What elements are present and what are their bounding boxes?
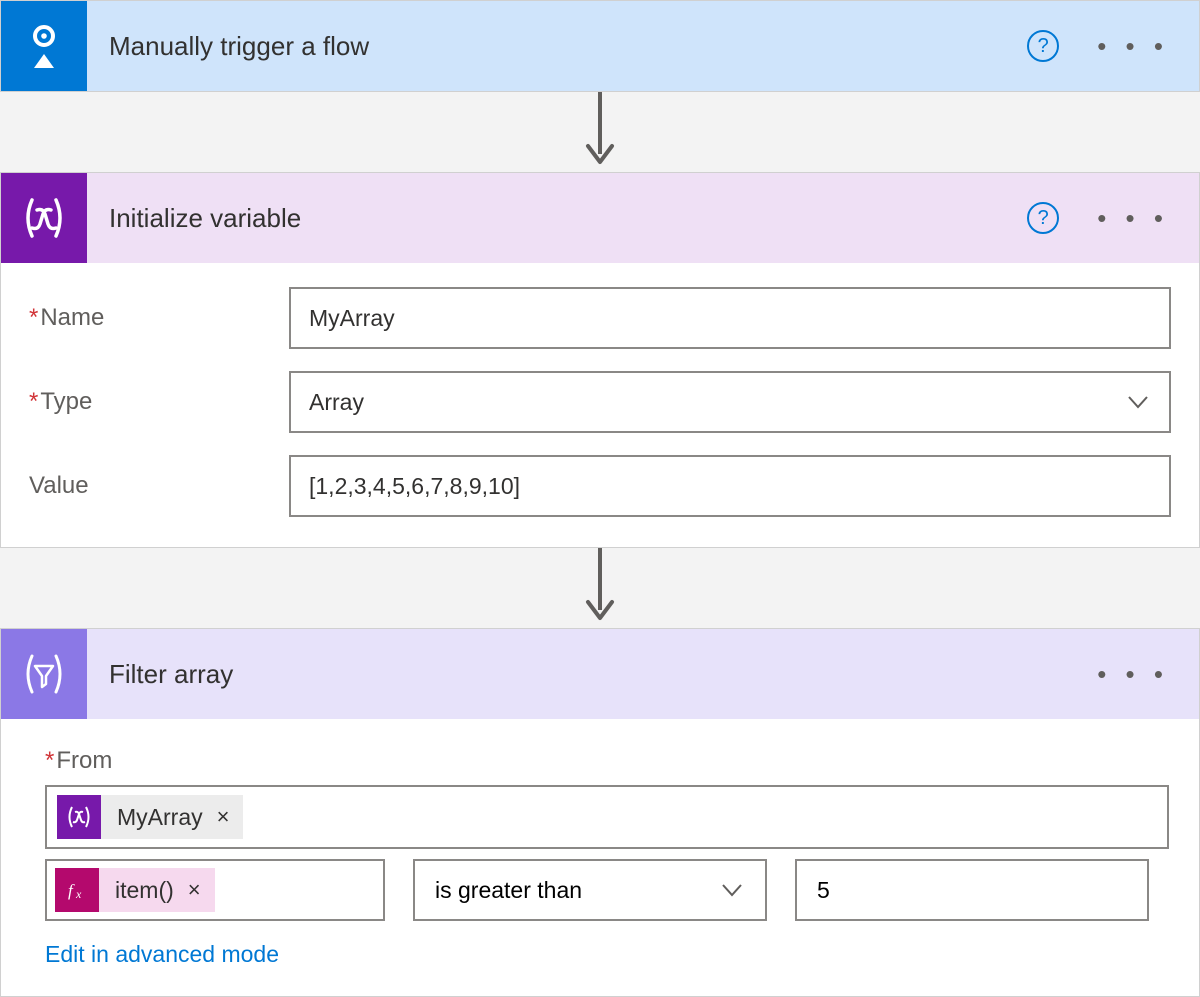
from-input[interactable]: MyArray × xyxy=(45,785,1169,849)
remove-token-icon[interactable]: × xyxy=(217,804,230,830)
more-menu-button[interactable]: • • • xyxy=(1087,661,1179,687)
type-label: *Type xyxy=(29,388,289,416)
filter-array-header[interactable]: Filter array • • • xyxy=(1,629,1199,719)
fx-icon: f x xyxy=(55,868,99,912)
initialize-variable-title: Initialize variable xyxy=(109,203,1027,234)
variable-icon xyxy=(1,173,87,263)
value-input[interactable]: [1,2,3,4,5,6,7,8,9,10] xyxy=(289,455,1171,517)
manual-trigger-icon xyxy=(1,1,87,91)
filter-icon xyxy=(1,629,87,719)
required-asterisk: * xyxy=(29,388,38,415)
more-menu-button[interactable]: • • • xyxy=(1087,205,1179,231)
variable-icon xyxy=(57,795,101,839)
chevron-down-icon xyxy=(719,877,745,903)
condition-value-input[interactable]: 5 xyxy=(795,859,1149,921)
more-menu-button[interactable]: • • • xyxy=(1087,33,1179,59)
required-asterisk: * xyxy=(45,747,54,774)
trigger-title: Manually trigger a flow xyxy=(109,31,1027,62)
variable-token[interactable]: MyArray × xyxy=(57,795,243,839)
token-label: MyArray xyxy=(117,804,203,831)
token-label: item() xyxy=(115,877,174,904)
help-icon[interactable]: ? xyxy=(1027,30,1059,62)
required-asterisk: * xyxy=(29,304,38,331)
trigger-header[interactable]: Manually trigger a flow ? • • • xyxy=(1,1,1199,91)
connector-arrow xyxy=(0,92,1200,172)
trigger-card: Manually trigger a flow ? • • • xyxy=(0,0,1200,92)
name-input[interactable]: MyArray xyxy=(289,287,1171,349)
value-label: Value xyxy=(29,472,289,500)
expression-token[interactable]: f x item() × xyxy=(55,868,215,912)
from-label: *From xyxy=(45,747,1169,775)
remove-token-icon[interactable]: × xyxy=(188,877,201,903)
svg-text:f: f xyxy=(68,881,75,900)
edit-advanced-mode-link[interactable]: Edit in advanced mode xyxy=(45,941,1169,968)
condition-row: f x item() × is greater than xyxy=(45,859,1169,921)
name-label: *Name xyxy=(29,304,289,332)
help-icon[interactable]: ? xyxy=(1027,202,1059,234)
condition-left-input[interactable]: f x item() × xyxy=(45,859,385,921)
type-select[interactable]: Array xyxy=(289,371,1171,433)
initialize-variable-card: Initialize variable ? • • • *Name MyArra… xyxy=(0,172,1200,548)
initialize-variable-header[interactable]: Initialize variable ? • • • xyxy=(1,173,1199,263)
condition-operator-select[interactable]: is greater than xyxy=(413,859,767,921)
svg-text:x: x xyxy=(75,887,82,901)
filter-array-title: Filter array xyxy=(109,659,1087,690)
filter-array-body: *From MyArray × xyxy=(1,719,1199,996)
chevron-down-icon xyxy=(1125,389,1151,415)
filter-array-card: Filter array • • • *From xyxy=(0,628,1200,997)
connector-arrow xyxy=(0,548,1200,628)
initialize-variable-body: *Name MyArray *Type Array Value xyxy=(1,263,1199,547)
